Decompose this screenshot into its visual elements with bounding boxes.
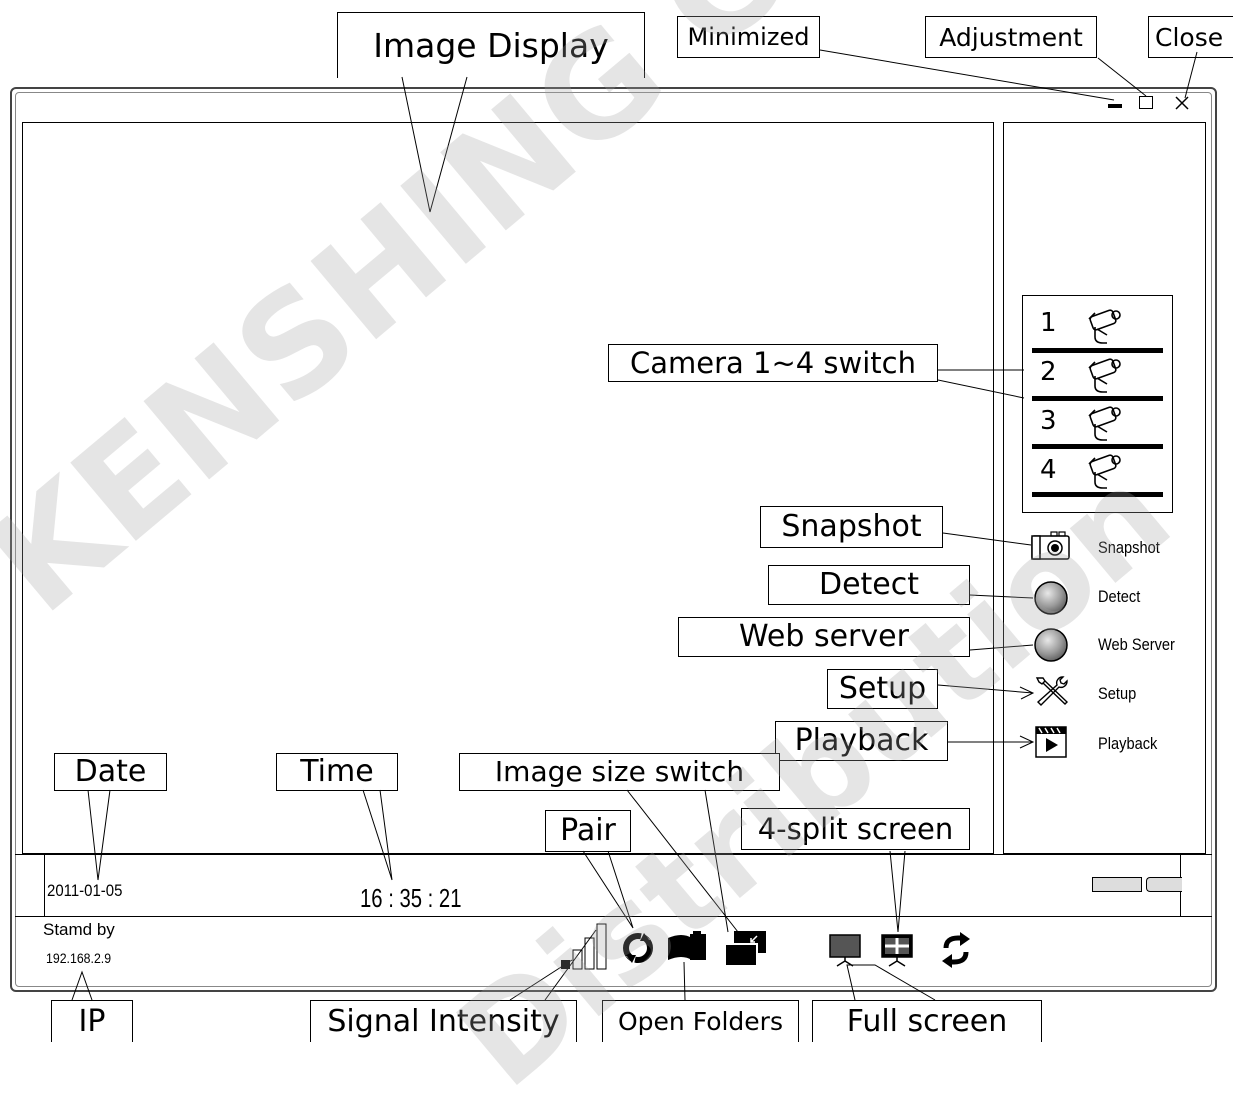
playback-icon[interactable] (1035, 726, 1067, 758)
callout-pair: Pair (545, 810, 631, 852)
camera-3-divider (1032, 444, 1163, 449)
snapshot-icon[interactable] (1031, 531, 1071, 561)
camera-4-number[interactable]: 4 (1040, 455, 1057, 485)
setup-icon[interactable] (1033, 674, 1071, 708)
callout-minimized: Minimized (677, 16, 820, 58)
callout-playback: Playback (775, 721, 948, 761)
callout-camera-switch: Camera 1~4 switch (608, 344, 938, 382)
callout-full-screen: Full screen (812, 1000, 1042, 1042)
camera-4-divider (1032, 492, 1163, 497)
camera-4-icon[interactable] (1085, 450, 1127, 492)
callout-web-server: Web server (678, 617, 970, 657)
callout-open-folders: Open Folders (602, 1000, 799, 1042)
callout-time: Time (276, 753, 398, 791)
ip-address: 192.168.2.9 (46, 950, 112, 966)
pair-icon[interactable] (620, 930, 656, 966)
camera-1-icon[interactable] (1085, 305, 1127, 347)
callout-close: Close (1148, 16, 1233, 58)
camera-1-divider (1032, 348, 1163, 353)
maximize-icon[interactable] (1139, 96, 1153, 109)
callout-date: Date (54, 753, 167, 791)
callout-adjustment: Adjustment (925, 16, 1097, 58)
callout-setup: Setup (827, 669, 938, 709)
callout-ip: IP (51, 1000, 133, 1042)
status-bar-left-divider (44, 854, 45, 917)
setup-label[interactable]: Setup (1098, 684, 1136, 704)
time-value: 16 : 35 : 21 (360, 883, 462, 913)
callout-snapshot: Snapshot (760, 506, 943, 548)
progress-slot-2[interactable] (1146, 877, 1182, 892)
progress-slot-1[interactable] (1092, 877, 1142, 892)
playback-label[interactable]: Playback (1098, 734, 1157, 754)
callout-image-display: Image Display (337, 12, 645, 78)
snapshot-label[interactable]: Snapshot (1098, 538, 1160, 558)
camera-2-divider (1032, 396, 1163, 401)
connection-state: Stamd by (43, 920, 115, 939)
full-screen-icon[interactable] (829, 934, 861, 968)
camera-2-number[interactable]: 2 (1040, 357, 1057, 387)
detect-label[interactable]: Detect (1098, 587, 1140, 607)
four-split-icon[interactable] (881, 934, 913, 968)
detect-icon[interactable] (1033, 580, 1069, 616)
image-size-icon[interactable] (724, 930, 768, 968)
camera-3-icon[interactable] (1085, 402, 1127, 444)
close-icon[interactable] (1174, 95, 1190, 111)
signal-intensity-icon (561, 923, 607, 970)
camera-1-number[interactable]: 1 (1040, 308, 1057, 338)
camera-3-number[interactable]: 3 (1040, 406, 1057, 436)
open-folders-icon[interactable] (666, 930, 708, 966)
callout-detect: Detect (768, 565, 970, 605)
status-bar (15, 854, 1212, 917)
callout-image-size-switch: Image size switch (459, 753, 780, 791)
web-server-label[interactable]: Web Server (1098, 635, 1175, 655)
minimize-icon[interactable] (1108, 104, 1122, 108)
date-value: 2011-01-05 (47, 881, 123, 900)
refresh-icon[interactable] (940, 932, 972, 968)
callout-four-split: 4-split screen (741, 808, 970, 850)
callout-signal-intensity: Signal Intensity (310, 1000, 577, 1042)
camera-2-icon[interactable] (1085, 354, 1127, 396)
web-server-icon[interactable] (1033, 627, 1069, 663)
